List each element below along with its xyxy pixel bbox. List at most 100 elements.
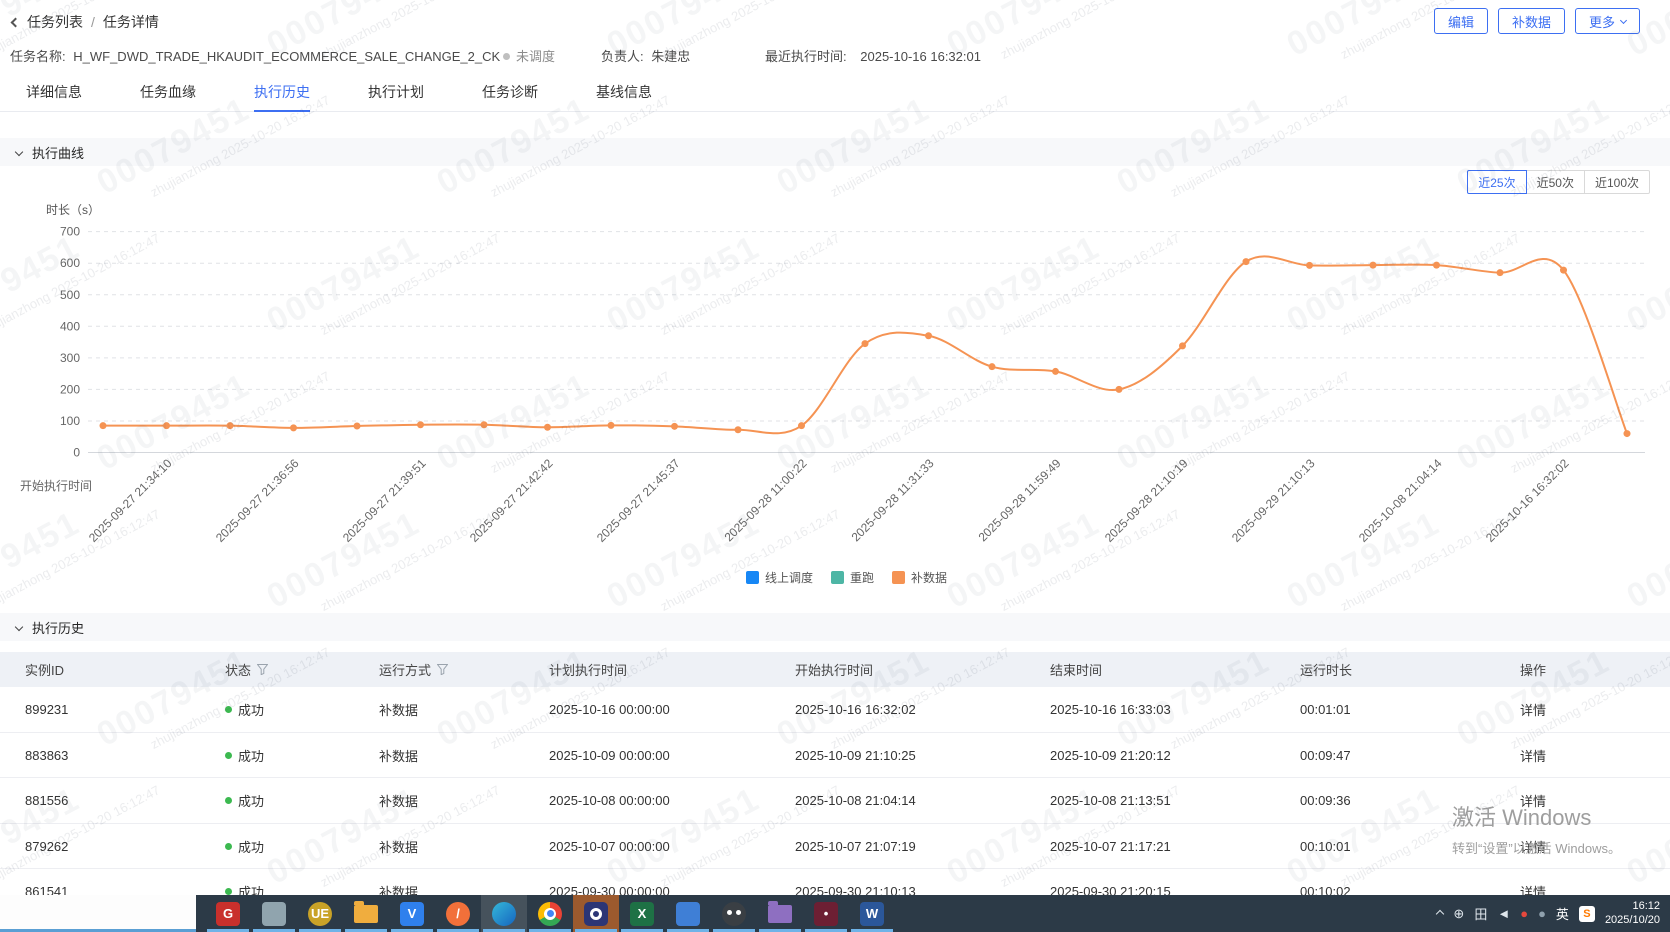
- legend-item-线上调度[interactable]: 线上调度: [746, 569, 813, 586]
- patch-data-button[interactable]: 补数据: [1497, 8, 1565, 34]
- owner-field: 负责人: 朱建忠: [601, 46, 690, 65]
- breadcrumb-task-list[interactable]: 任务列表: [27, 12, 83, 32]
- filter-icon[interactable]: [257, 664, 269, 675]
- chart-point: [1052, 367, 1059, 375]
- excel-app-icon-glyph: X: [630, 901, 654, 926]
- chart-point: [1179, 342, 1186, 350]
- breadcrumb-task-detail[interactable]: 任务详情: [103, 12, 159, 32]
- edit-button[interactable]: 编辑: [1433, 8, 1488, 34]
- tab-基线信息[interactable]: 基线信息: [596, 80, 652, 112]
- range-button-近25次[interactable]: 近25次: [1467, 170, 1527, 194]
- instance-id-link[interactable]: 861541: [25, 869, 68, 895]
- tools-app-icon-glyph: [262, 901, 286, 926]
- range-button-近100次[interactable]: 近100次: [1583, 170, 1650, 194]
- g-app-icon-glyph: G: [216, 901, 240, 926]
- tray-red-app-icon[interactable]: ●: [1520, 906, 1528, 921]
- edit-button-label: 编辑: [1447, 14, 1474, 30]
- task-info-row: 任务名称: H_WF_DWD_TRADE_HKAUDIT_ECOMMERCE_S…: [0, 46, 1670, 64]
- purple-folder-app-icon[interactable]: [757, 895, 803, 932]
- back-icon[interactable]: [10, 17, 21, 27]
- column-label: 结束时间: [1050, 663, 1103, 678]
- x-tick-label: 2025-09-28 11:00:22: [722, 456, 810, 544]
- chart-point: [480, 421, 488, 429]
- instance-id-link[interactable]: 881556: [25, 778, 68, 824]
- chrome-browser-icon[interactable]: [527, 895, 573, 932]
- end-time-cell: 2025-10-09 21:20:12: [1050, 747, 1171, 763]
- more-button[interactable]: 更多: [1574, 8, 1640, 34]
- last-run-label: 最近执行时间:: [765, 49, 847, 64]
- chart-point: [1433, 261, 1440, 269]
- detail-link[interactable]: 详情: [1520, 687, 1546, 733]
- dbeaver-app-icon[interactable]: [573, 895, 619, 932]
- detail-link[interactable]: 详情: [1520, 733, 1546, 779]
- taskbar-preview-window[interactable]: [0, 895, 196, 929]
- excel-app-icon[interactable]: X: [619, 895, 665, 932]
- collapse-chevron-icon[interactable]: [14, 147, 24, 157]
- tab-执行历史[interactable]: 执行历史: [254, 80, 310, 112]
- instance-id-link[interactable]: 883863: [25, 733, 68, 779]
- instance-id-link[interactable]: 899231: [25, 687, 68, 733]
- status-dot-icon: [225, 706, 232, 714]
- instance-id-link[interactable]: 879262: [25, 824, 68, 870]
- mail-app-icon[interactable]: [665, 895, 711, 932]
- legend-swatch-icon: [892, 571, 906, 584]
- activate-windows-notice: 激活 Windows 转到“设置”以激活 Windows。: [1452, 800, 1621, 857]
- detail-link[interactable]: 详情: [1520, 869, 1546, 895]
- y-tick-label: 500: [60, 288, 80, 302]
- status-cell: 成功: [225, 869, 264, 895]
- more-button-label: 更多: [1588, 14, 1615, 30]
- x-tick-label: 2025-10-16 16:32:02: [1483, 456, 1572, 545]
- y-tick-label: 700: [60, 225, 80, 239]
- task-detail-page: 任务列表 / 任务详情 编辑 补数据 更多 任务名称: H_WF_DWD_TRADE…: [0, 0, 1670, 932]
- tray-network-icon[interactable]: ⊕: [1453, 906, 1464, 922]
- task-name: 任务名称: H_WF_DWD_TRADE_HKAUDIT_ECOMMERCE_S…: [10, 46, 500, 65]
- y-tick-label: 400: [60, 319, 80, 333]
- tray-sogou-icon[interactable]: S: [1578, 905, 1595, 922]
- collapse-chevron-icon[interactable]: [14, 622, 24, 632]
- tab-执行计划[interactable]: 执行计划: [368, 80, 424, 112]
- range-button-近50次[interactable]: 近50次: [1525, 170, 1585, 194]
- pencil-app-icon[interactable]: /: [435, 895, 481, 932]
- column-header-status: 状态: [225, 652, 269, 687]
- chart-point: [290, 424, 297, 432]
- legend-label: 补数据: [911, 571, 948, 585]
- plan-time-cell: 2025-10-09 00:00:00: [549, 747, 670, 763]
- panda-app-icon[interactable]: [711, 895, 757, 932]
- ring-inner: [590, 907, 602, 920]
- tab-bar: 详细信息 任务血缘 执行历史 执行计划 任务诊断 基线信息: [0, 80, 1670, 112]
- filter-icon[interactable]: [437, 664, 449, 675]
- file-explorer-icon[interactable]: [343, 895, 389, 932]
- tray-input-grid-icon[interactable]: 田: [1474, 904, 1487, 923]
- table-body: 899231 成功 补数据 2025-10-16 00:00:00 2025-10-16…: [0, 687, 1670, 895]
- column-label: 运行时长: [1300, 663, 1353, 678]
- legend-item-补数据[interactable]: 补数据: [892, 569, 947, 586]
- tab-任务诊断[interactable]: 任务诊断: [482, 80, 538, 112]
- status-dot-icon: [225, 888, 232, 895]
- chart-legend: 线上调度 重跑 补数据: [746, 569, 947, 586]
- vscode-app-icon[interactable]: V: [389, 895, 435, 932]
- ultraedit-app-icon[interactable]: UE: [297, 895, 343, 932]
- word-app-icon[interactable]: W: [849, 895, 895, 932]
- breadcrumb-separator: /: [91, 14, 95, 30]
- dbeaver-app-icon-glyph: [584, 901, 608, 926]
- x-tick-label: 2025-09-28 21:10:19: [1102, 456, 1191, 545]
- tab-任务血缘[interactable]: 任务血缘: [140, 80, 196, 112]
- column-header-run_type: 运行方式: [379, 652, 449, 687]
- tray-lang-indicator[interactable]: 英: [1556, 904, 1569, 923]
- edge-browser-icon[interactable]: [481, 895, 527, 932]
- column-label: 开始执行时间: [795, 663, 874, 678]
- column-header-duration: 运行时长: [1300, 652, 1352, 687]
- duration-cell: 00:10:01: [1300, 838, 1351, 854]
- x-tick-label: 2025-09-27 21:45:37: [594, 456, 683, 545]
- legend-swatch-icon: [831, 571, 845, 584]
- activate-windows-subtitle: 转到“设置”以激活 Windows。: [1452, 841, 1622, 856]
- taskbar-clock[interactable]: 16:12 2025/10/20: [1605, 900, 1664, 928]
- legend-item-重跑[interactable]: 重跑: [831, 569, 874, 586]
- tab-详细信息[interactable]: 详细信息: [26, 80, 82, 112]
- g-app-icon[interactable]: G: [205, 895, 251, 932]
- tray-volume-icon[interactable]: ◄: [1497, 906, 1510, 921]
- tools-app-icon[interactable]: [251, 895, 297, 932]
- tray-chevron-up-icon[interactable]: [1436, 909, 1445, 918]
- media-app-icon[interactable]: •: [803, 895, 849, 932]
- tray-gray-app-icon[interactable]: ●: [1538, 906, 1546, 921]
